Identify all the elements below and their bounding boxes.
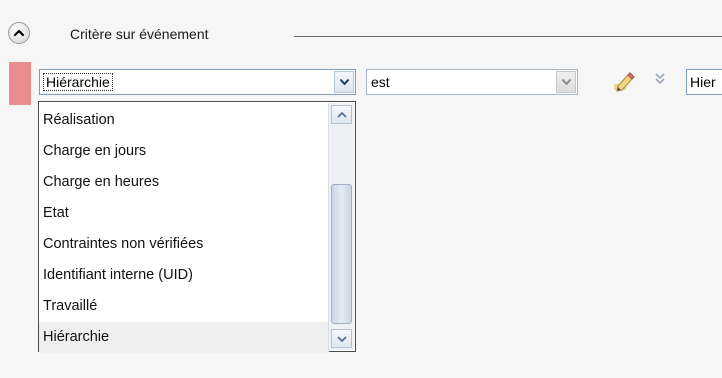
criteria-panel: Critère sur événement Hiérarchie est Hie… — [0, 0, 722, 378]
field-select[interactable]: Hiérarchie — [39, 69, 356, 95]
dropdown-option[interactable]: Réalisation — [39, 105, 329, 136]
collapse-section-button[interactable] — [8, 22, 30, 44]
pencil-edit-icon[interactable] — [612, 70, 636, 92]
operator-select-dropdown-button[interactable] — [556, 71, 576, 93]
dropdown-option[interactable]: Etat — [39, 198, 329, 229]
criterion-value-text: Hier — [690, 74, 716, 90]
dropdown-option[interactable]: Contraintes non vérifiées — [39, 229, 329, 260]
dropdown-option[interactable]: Charge en heures — [39, 167, 329, 198]
dropdown-scrollbar[interactable] — [328, 103, 354, 350]
dropdown-option[interactable]: Charge en jours — [39, 136, 329, 167]
scroll-up-button[interactable] — [331, 105, 352, 124]
field-select-value: Hiérarchie — [43, 73, 113, 91]
scrollbar-thumb[interactable] — [331, 184, 352, 324]
dropdown-option[interactable]: Travaillé — [39, 291, 329, 322]
section-divider — [294, 36, 722, 37]
operator-select-value: est — [371, 74, 390, 90]
dropdown-options: Réalisation Charge en jours Charge en he… — [39, 105, 329, 353]
dropdown-option[interactable]: Identifiant interne (UID) — [39, 260, 329, 291]
field-select-dropdown-list[interactable]: Réalisation Charge en jours Charge en he… — [38, 101, 356, 353]
criterion-row-marker — [9, 62, 31, 105]
scroll-down-button[interactable] — [331, 329, 352, 348]
operator-select[interactable]: est — [366, 69, 578, 95]
field-select-dropdown-button[interactable] — [334, 71, 354, 93]
double-chevron-down-icon[interactable] — [654, 71, 666, 87]
dropdown-option-selected[interactable]: Hiérarchie — [39, 322, 329, 353]
section-title: Critère sur événement — [70, 26, 209, 42]
criterion-value-field[interactable]: Hier — [686, 69, 722, 95]
